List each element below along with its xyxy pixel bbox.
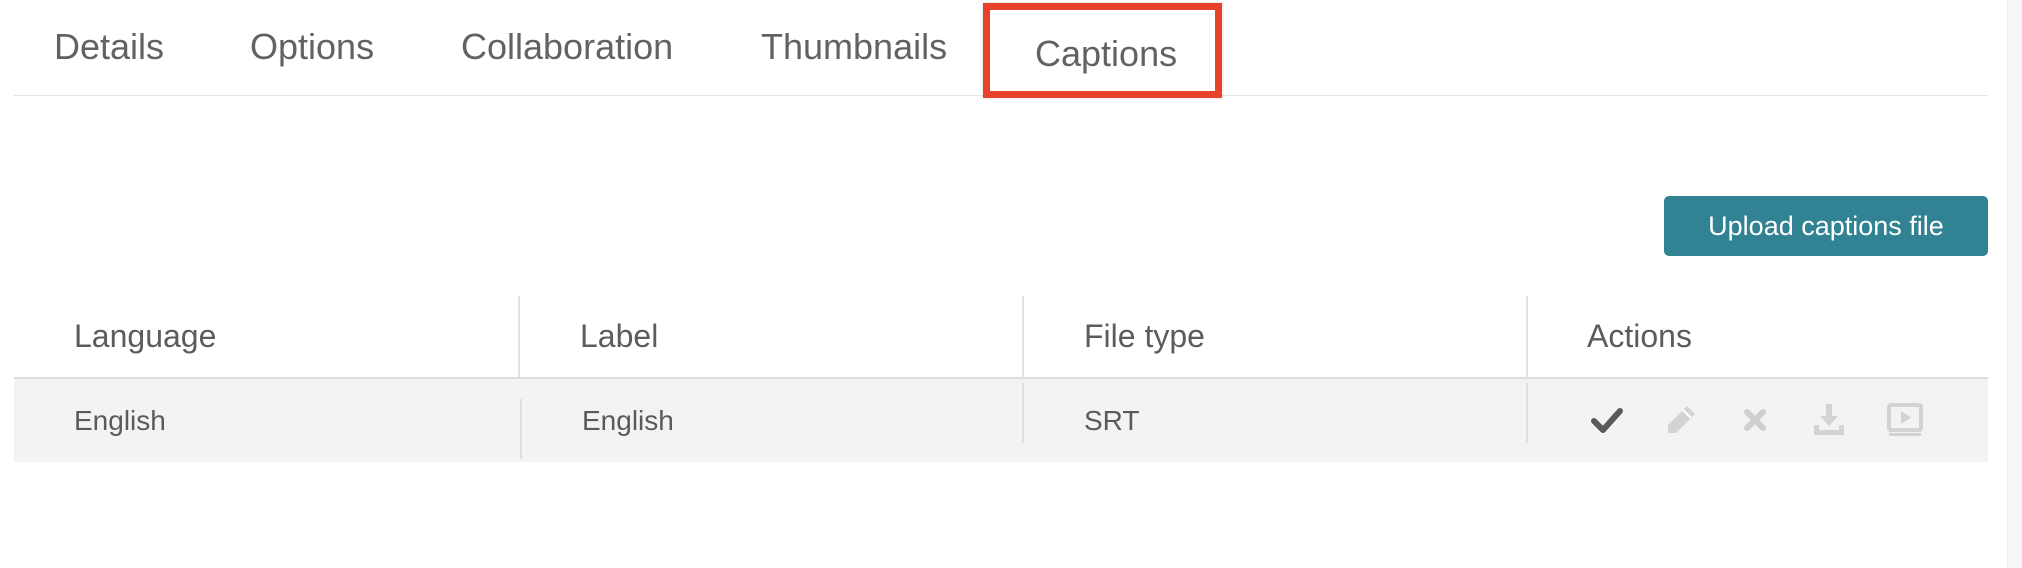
table-header: Language Label File type Actions: [14, 296, 1988, 379]
column-divider: [1526, 383, 1528, 443]
tab-options[interactable]: Options: [250, 20, 374, 74]
upload-captions-button[interactable]: Upload captions file: [1664, 196, 1988, 256]
column-header-label[interactable]: Label: [580, 296, 658, 377]
table-row: English English SRT: [14, 379, 1988, 462]
cell-file-type: SRT: [1084, 405, 1140, 436]
tab-thumbnails[interactable]: Thumbnails: [761, 20, 947, 74]
captions-table: Language Label File type Actions English…: [14, 296, 1988, 462]
column-header-language[interactable]: Language: [74, 296, 216, 377]
pencil-icon[interactable]: [1661, 400, 1701, 440]
column-divider: [518, 296, 520, 377]
column-header-actions: Actions: [1587, 318, 1692, 354]
column-divider: [1022, 383, 1024, 443]
column-header-file-type[interactable]: File type: [1084, 296, 1205, 377]
tab-captions-label: Captions: [1035, 33, 1178, 74]
check-icon[interactable]: [1587, 400, 1627, 440]
download-icon[interactable]: [1809, 400, 1849, 440]
column-divider: [1022, 296, 1024, 377]
tab-details[interactable]: Details: [54, 20, 164, 74]
cell-language: English: [74, 405, 166, 436]
scrollbar-track[interactable]: [2007, 0, 2022, 568]
column-divider: [1526, 296, 1528, 377]
tab-collaboration[interactable]: Collaboration: [461, 20, 673, 74]
tab-captions[interactable]: Captions: [983, 3, 1222, 98]
column-divider: [520, 399, 522, 459]
video-preview-icon[interactable]: [1885, 400, 1925, 440]
close-icon[interactable]: [1735, 400, 1775, 440]
cell-label: English: [582, 405, 674, 436]
